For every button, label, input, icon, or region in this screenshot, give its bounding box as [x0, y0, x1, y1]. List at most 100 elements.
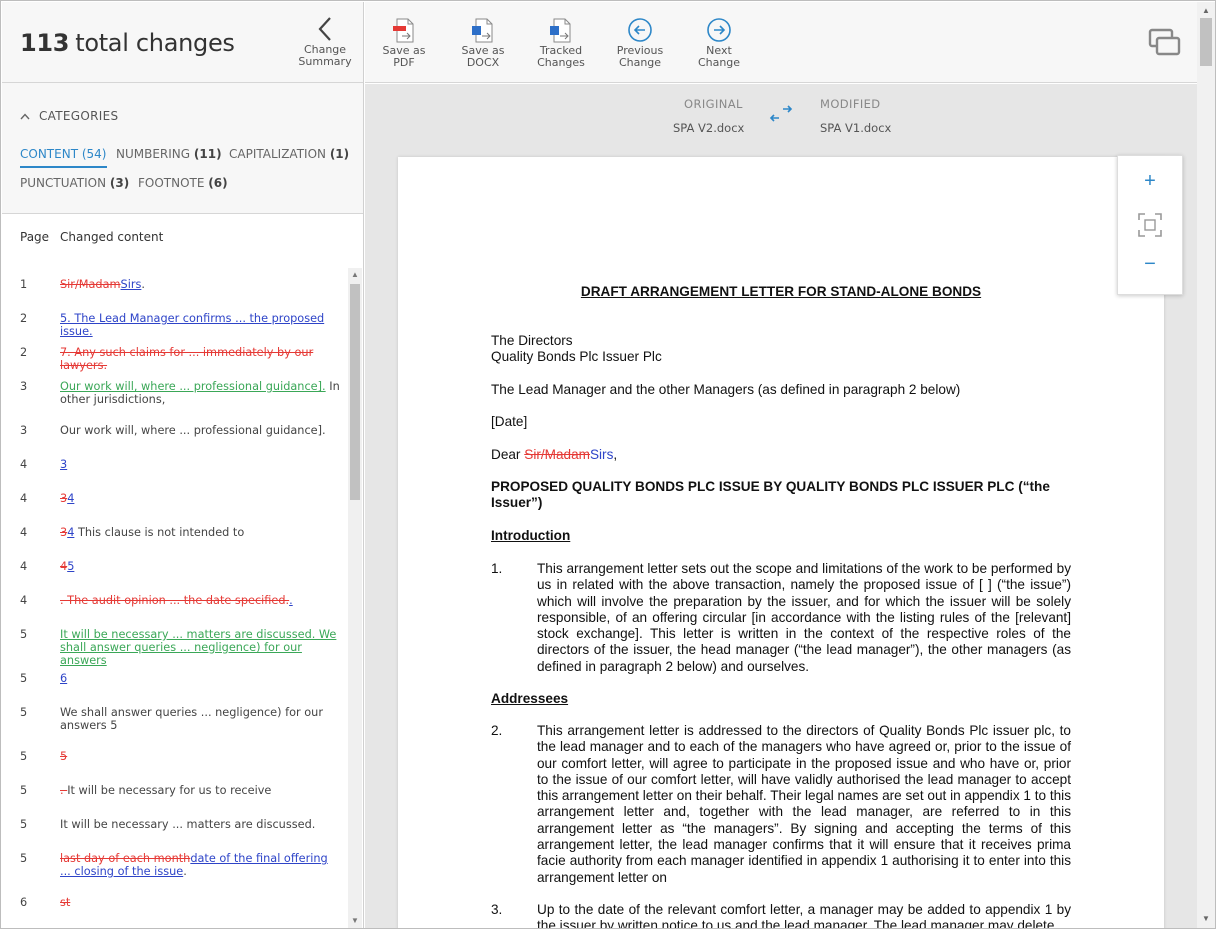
change-text-inserted: Sirs — [120, 278, 142, 291]
change-text-unchanged: It will be necessary for us to receive — [67, 784, 272, 797]
change-row-content: 5. The Lead Manager confirms ... the pro… — [60, 312, 342, 338]
zoom-in-button[interactable]: + — [1118, 170, 1182, 193]
arrow-left-circle-icon — [628, 18, 652, 42]
category-footnote-label: FOOTNOTE — [138, 176, 205, 190]
previous-label-2: Change — [618, 56, 662, 69]
tracked-changes-icon — [550, 18, 571, 43]
change-row-page: 5 — [20, 852, 28, 865]
changes-list: 1 Sir/MadamSirs. 2 5. The Lead Manager conf… — [2, 263, 348, 928]
total-changes-label: total changes — [75, 29, 235, 57]
change-summary-panel: 113 total changes Change Summary CATEGORI… — [2, 2, 364, 928]
arrow-right-circle-icon — [707, 18, 731, 42]
change-row-page: 6 — [20, 896, 28, 909]
change-text-deleted: Sir/Madam — [60, 278, 121, 291]
document-page: DRAFT ARRANGEMENT LETTER FOR STAND-ALONE… — [398, 157, 1164, 929]
change-text-deleted: st — [60, 896, 71, 909]
category-punctuation-label: PUNCTUATION — [20, 176, 107, 190]
next-change-button[interactable]: Next Change — [685, 17, 753, 69]
zoom-out-button[interactable]: − — [1118, 253, 1182, 276]
scrollbar-thumb[interactable] — [350, 284, 360, 500]
paragraph-text: Up to the date of the relevant comfort l… — [537, 902, 1071, 929]
save-as-docx-button[interactable]: Save as DOCX — [455, 17, 511, 69]
page-column-header: Page — [20, 230, 50, 244]
change-row-page: 5 — [20, 628, 28, 641]
change-text-unchanged: We shall answer queries ... negligence) … — [60, 706, 323, 732]
category-capitalization-count: (1) — [329, 147, 350, 161]
change-text-deleted: 7. Any such claims for ... immediately b… — [60, 346, 314, 372]
fit-page-icon[interactable] — [1137, 212, 1163, 238]
change-text-unchanged: . — [183, 865, 187, 878]
category-content-count: (54) — [81, 147, 107, 161]
change-row-content: 5 — [60, 750, 342, 763]
salutation-comma: , — [613, 447, 618, 462]
change-row-content: It will be necessary ... matters are dis… — [60, 628, 342, 667]
change-text-inserted: . — [289, 594, 293, 607]
change-row-page: 2 — [20, 312, 28, 325]
change-row-content: 7. Any such claims for ... immediately b… — [60, 346, 342, 372]
scroll-down-arrow-icon[interactable]: ▼ — [348, 914, 362, 928]
compare-windows-icon[interactable] — [1147, 26, 1183, 60]
paragraph-number: 3. — [491, 902, 503, 917]
categories-title: CATEGORIES — [39, 109, 119, 123]
change-row-page: 5 — [20, 750, 28, 763]
changes-list-scrollbar[interactable]: ▲ ▼ — [348, 268, 362, 928]
change-text-inserted: 3 — [60, 458, 68, 471]
docx-file-icon — [472, 18, 493, 43]
change-row-content: 3 — [60, 458, 342, 471]
category-capitalization[interactable]: CAPITALIZATION (1) — [229, 147, 349, 161]
change-text-deleted: . The audit opinion ... the date specifi… — [60, 594, 290, 607]
deleted-text[interactable]: Sir/Madam — [524, 447, 590, 462]
change-summary-button[interactable]: Change Summary — [298, 16, 352, 68]
change-row-content: 34 This clause is not intended to — [60, 526, 342, 539]
previous-change-button[interactable]: Previous Change — [611, 17, 669, 69]
modified-label: MODIFIED — [820, 97, 881, 111]
window-scrollbar[interactable]: ▲ ▼ — [1197, 2, 1215, 928]
document-title: DRAFT ARRANGEMENT LETTER FOR STAND-ALONE… — [580, 284, 982, 299]
change-row-content: Sir/MadamSirs. — [60, 278, 342, 291]
tracked-label-2: Changes — [537, 56, 585, 69]
inserted-text[interactable]: Sirs — [590, 447, 613, 462]
change-row-content: Our work will, where ... professional gu… — [60, 424, 342, 437]
change-row-content: It will be necessary ... matters are dis… — [60, 818, 342, 831]
summary-header: 113 total changes Change Summary — [2, 2, 363, 83]
scroll-up-arrow-icon[interactable]: ▲ — [1197, 6, 1215, 15]
salutation: Dear Sir/MadamSirs, — [491, 447, 1071, 463]
change-text-unchanged: It will be necessary ... matters are dis… — [60, 818, 316, 831]
section-heading-introduction: Introduction — [491, 528, 571, 543]
changed-content-column-header: Changed content — [60, 230, 164, 244]
scrollbar-thumb[interactable] — [1200, 18, 1212, 66]
change-row-content: st — [60, 896, 342, 909]
category-content[interactable]: CONTENT (54) — [20, 147, 107, 168]
modified-filename: SPA V1.docx — [820, 121, 892, 135]
category-numbering[interactable]: NUMBERING (11) — [116, 147, 222, 161]
date-placeholder: [Date] — [491, 414, 528, 429]
change-row-page: 4 — [20, 594, 28, 607]
tracked-changes-button[interactable]: Tracked Changes — [533, 17, 589, 69]
change-row-content: We shall answer queries ... negligence) … — [60, 706, 342, 732]
category-footnote[interactable]: FOOTNOTE (6) — [138, 176, 228, 190]
categories-toggle[interactable]: CATEGORIES — [20, 109, 118, 123]
zoom-controls: + − — [1117, 155, 1183, 295]
change-row-content: 45 — [60, 560, 342, 573]
change-text-deleted: 5 — [60, 750, 68, 763]
save-pdf-label: Save as PDF — [382, 44, 426, 69]
change-row-page: 5 — [20, 784, 28, 797]
toolbar: Save as PDF Save as DOCX Tracked Changes — [365, 2, 1197, 83]
total-changes: 113 total changes — [20, 29, 235, 57]
scroll-up-arrow-icon[interactable]: ▲ — [348, 268, 362, 282]
save-as-pdf-button[interactable]: Save as PDF — [371, 17, 437, 69]
change-row-content: last day of each monthdate of the final … — [60, 852, 342, 878]
document-viewer: ORIGINAL SPA V2.docx MODIFIED SPA V1.doc… — [365, 84, 1197, 929]
category-punctuation[interactable]: PUNCTUATION (3) — [20, 176, 129, 190]
scroll-down-arrow-icon[interactable]: ▼ — [1197, 914, 1215, 923]
app-window: 113 total changes Change Summary CATEGORI… — [0, 0, 1216, 929]
salutation-dear: Dear — [491, 447, 525, 462]
original-filename: SPA V2.docx — [673, 121, 745, 135]
change-summary-label-2: Summary — [298, 55, 352, 68]
swap-arrows-icon[interactable] — [768, 104, 794, 124]
change-text-inserted: 5. The Lead Manager confirms ... the pro… — [60, 312, 325, 338]
category-capitalization-label: CAPITALIZATION — [229, 147, 326, 161]
total-changes-count: 113 — [20, 29, 70, 57]
change-text-moved: Our work will, where ... professional gu… — [60, 380, 326, 393]
category-numbering-count: (11) — [193, 147, 222, 161]
